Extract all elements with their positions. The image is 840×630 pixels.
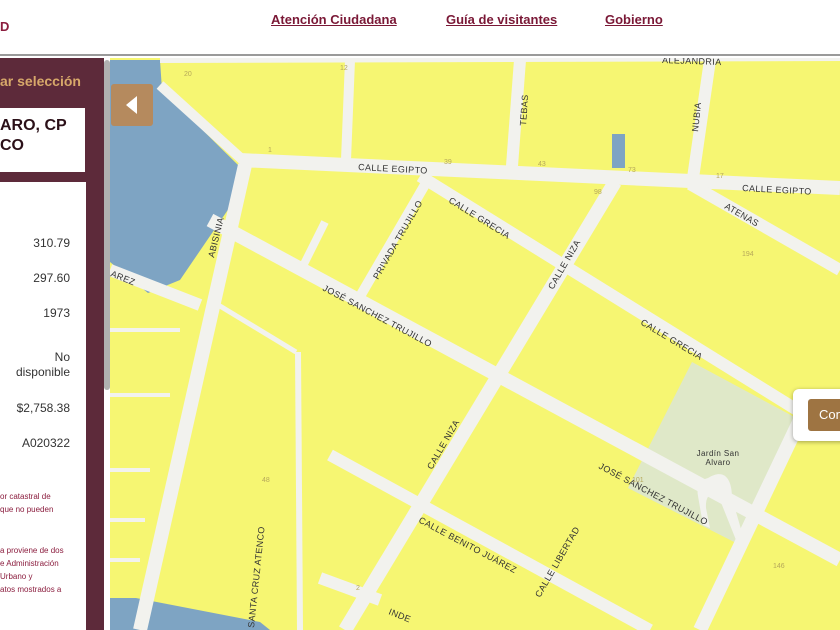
water-small: [612, 134, 625, 168]
lot-number: 17: [716, 173, 724, 180]
note-line: que no pueden: [0, 505, 54, 514]
nav-gobierno[interactable]: Gobierno: [605, 12, 663, 27]
lot-number: 12: [340, 65, 348, 72]
lot-number: 20: [184, 71, 192, 78]
lot-number: 48: [262, 477, 270, 484]
lot-number: 146: [773, 563, 785, 570]
note-line: atos mostrados a: [0, 585, 62, 594]
clear-selection-button[interactable]: ar selección: [0, 66, 104, 96]
disclaimer-note-2: a proviene de dos e Administración Urban…: [0, 544, 64, 596]
lot-number: 2: [356, 585, 360, 592]
lot-number: 101: [632, 477, 644, 484]
note-line: Urbano y: [0, 572, 33, 581]
sidebar-toggle-button[interactable]: [111, 84, 153, 126]
map-view[interactable]: ALEJANDRIA CALLE EGIPTO CALLE EGIPTO TEB…: [110, 58, 840, 630]
lot-number: 39: [444, 159, 452, 166]
sidebar-scrollbar[interactable]: [104, 60, 110, 390]
lot-number: 73: [628, 167, 636, 174]
value-terrain-area: 310.79: [33, 236, 70, 250]
value-unavailable: No disponible: [15, 350, 70, 379]
nav-guia-visitantes[interactable]: Guía de visitantes: [446, 12, 557, 27]
value-cadastral: $2,758.38: [16, 401, 70, 415]
brand-fragment: D: [0, 19, 10, 34]
map-canvas[interactable]: ALEJANDRIA CALLE EGIPTO CALLE EGIPTO TEB…: [110, 58, 840, 630]
map-popup: Con: [793, 389, 840, 441]
lot-number: 194: [742, 251, 754, 258]
park-label: Jardín San: [697, 449, 740, 458]
park-label: Alvaro: [705, 458, 730, 467]
lot-number: 1: [268, 147, 272, 154]
disclaimer-note-1: or catastral de que no pueden: [0, 490, 53, 516]
address-card: ARO, CP CO: [0, 108, 85, 172]
top-navigation-bar: D Atención Ciudadana Guía de visitantes …: [0, 0, 840, 56]
value-built-area: 297.60: [33, 271, 70, 285]
popup-action-button[interactable]: Con: [808, 399, 840, 431]
lot-number: 43: [538, 161, 546, 168]
note-line: a proviene de dos: [0, 546, 64, 555]
address-line: ARO, CP: [0, 117, 67, 134]
property-sidebar: ar selección ARO, CP CO 310.79 297.60 19…: [0, 58, 104, 630]
nav-atencion-ciudadana[interactable]: Atención Ciudadana: [271, 12, 397, 27]
chevron-left-icon: [126, 96, 137, 114]
note-line: or catastral de: [0, 492, 51, 501]
address-line: CO: [0, 137, 24, 154]
value-year: 1973: [43, 306, 70, 320]
note-line: e Administración: [0, 559, 59, 568]
value-account-id: A020322: [21, 436, 70, 450]
lot-number: 98: [594, 189, 602, 196]
property-info-card: 310.79 297.60 1973 No disponible $2,758.…: [0, 182, 86, 630]
